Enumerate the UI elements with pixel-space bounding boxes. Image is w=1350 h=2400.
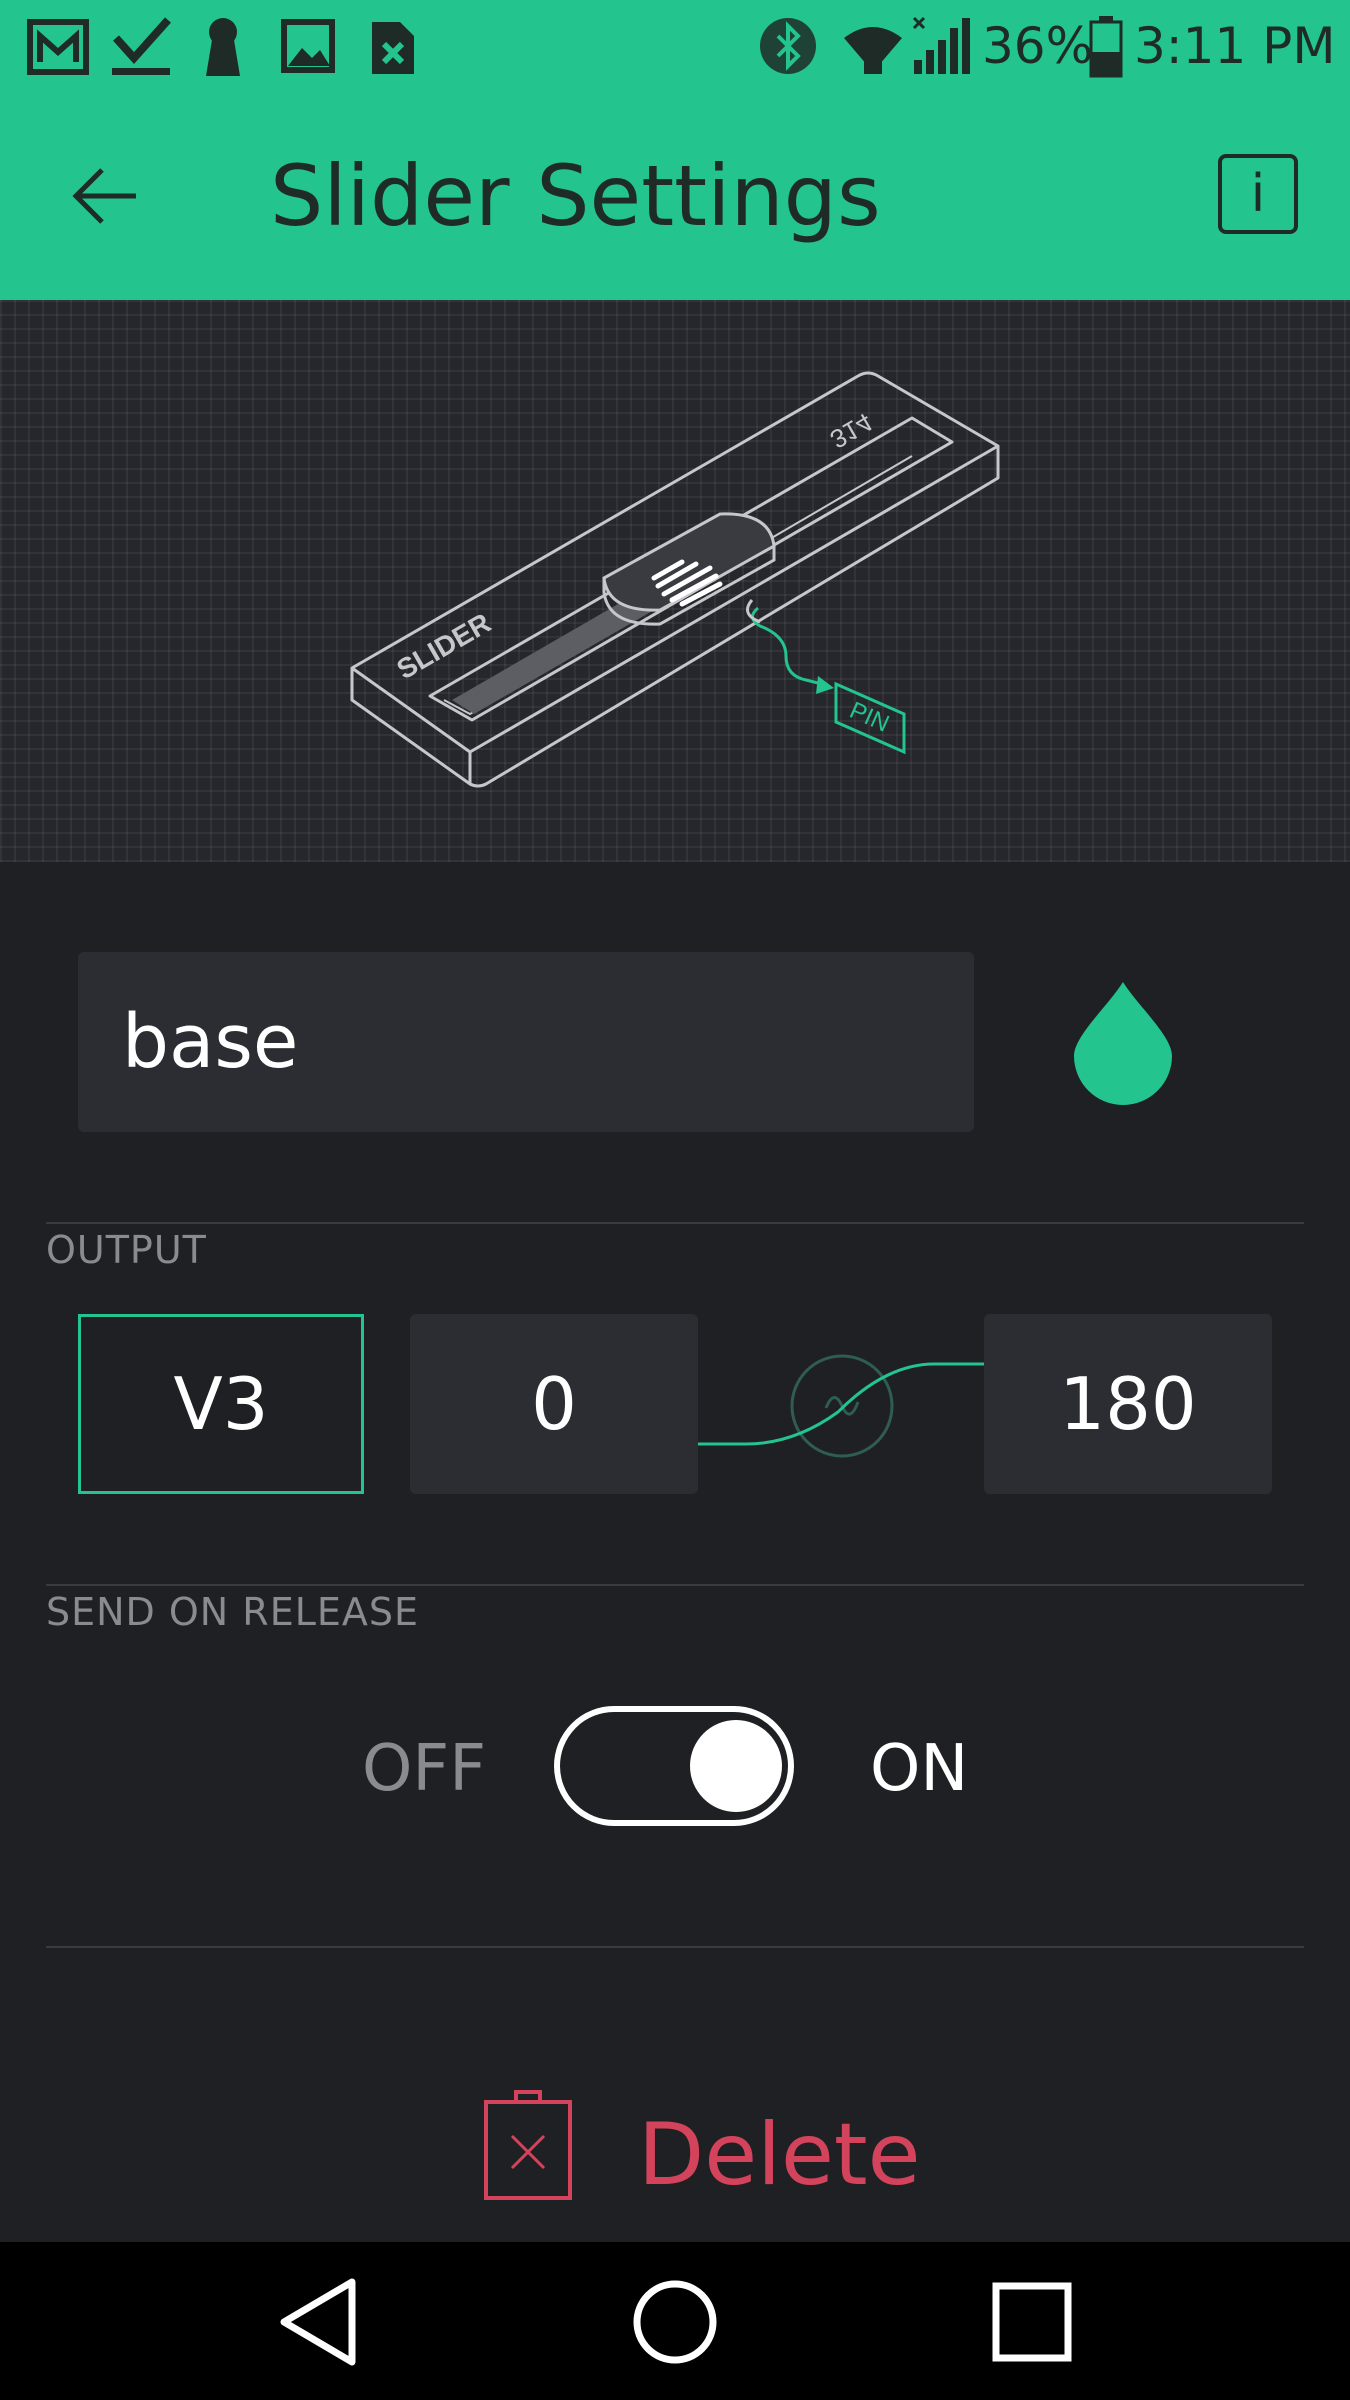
download-done-icon: [112, 17, 171, 75]
mapping-curve-icon: [698, 1354, 984, 1458]
divider: [46, 1584, 1304, 1586]
toggle-on-label: ON: [870, 1732, 969, 1806]
min-value-input[interactable]: 0: [410, 1314, 698, 1494]
widget-name-input[interactable]: base: [78, 952, 974, 1132]
send-on-release-label: SEND ON RELEASE: [46, 1590, 420, 1634]
trash-icon: [484, 2090, 572, 2200]
sim-error-icon: [372, 22, 414, 74]
wifi-icon: [844, 27, 902, 74]
divider: [46, 1946, 1304, 1948]
app-bar: Slider Settings i: [0, 92, 1350, 300]
bluetooth-icon: [760, 18, 816, 74]
page-title: Slider Settings: [270, 147, 881, 245]
info-button[interactable]: i: [1218, 154, 1298, 234]
divider: [46, 1222, 1304, 1224]
delete-label: Delete: [638, 2105, 921, 2205]
battery-icon: [1089, 16, 1123, 78]
toggle-off-label: OFF: [362, 1732, 486, 1806]
slider-illustration: SLIDER 314 PIN: [0, 300, 1350, 862]
clock: 3:11 PM: [1134, 17, 1336, 75]
pin-tag-label: PIN: [846, 697, 894, 738]
status-bar: 36% 3:11 PM: [0, 0, 1350, 92]
slider-value-label: 314: [825, 407, 878, 455]
max-value-input[interactable]: 180: [984, 1314, 1272, 1494]
back-triangle-icon[interactable]: [260, 2262, 380, 2382]
recents-square-icon[interactable]: [972, 2262, 1092, 2382]
signal-icon: [912, 16, 970, 74]
slider-body-side: [350, 668, 472, 786]
back-arrow-icon[interactable]: [52, 144, 156, 248]
gmail-icon: [27, 19, 89, 75]
navigation-bar: [0, 2242, 1350, 2400]
battery-percent: 36%: [982, 17, 1094, 75]
image-icon: [281, 19, 335, 73]
home-circle-icon[interactable]: [615, 2262, 735, 2382]
pin-tag: PIN: [834, 681, 906, 755]
keyhole-icon: [206, 18, 240, 76]
slider-brand-label: SLIDER: [392, 607, 496, 685]
toggle-knob: [690, 1720, 782, 1812]
delete-button[interactable]: Delete: [480, 2090, 921, 2220]
color-drop-icon[interactable]: [1068, 978, 1178, 1106]
pin-select-button[interactable]: V3: [78, 1314, 364, 1494]
output-section-label: OUTPUT: [46, 1228, 207, 1272]
send-on-release-toggle[interactable]: [554, 1706, 794, 1826]
